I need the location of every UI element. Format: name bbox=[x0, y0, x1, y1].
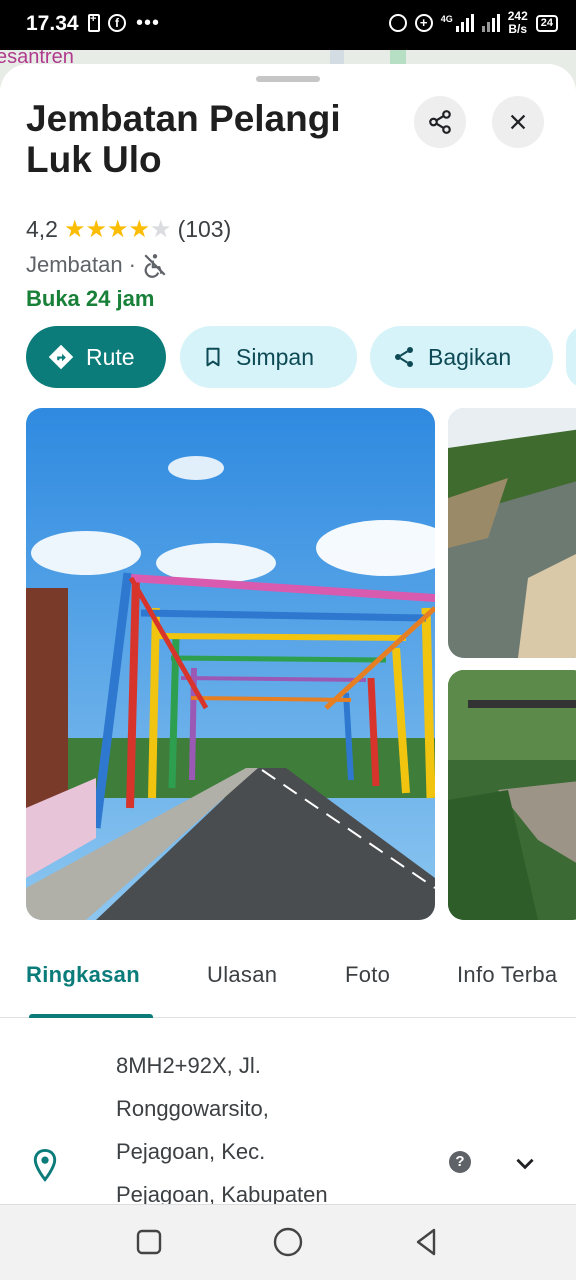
riverbank-photo bbox=[448, 670, 576, 920]
star-icon: ★ bbox=[85, 215, 108, 243]
route-button[interactable]: Rute bbox=[26, 326, 166, 388]
help-icon[interactable]: ? bbox=[449, 1151, 471, 1173]
network-type-label: 4G bbox=[440, 14, 453, 24]
home-icon[interactable] bbox=[271, 1227, 305, 1261]
close-icon bbox=[510, 114, 526, 130]
open-status[interactable]: Buka 24 jam bbox=[26, 286, 154, 312]
address-line: Pejagoan, Kabupaten bbox=[116, 1182, 328, 1204]
status-left-icons: f ••• bbox=[88, 12, 161, 34]
star-icon: ★ bbox=[63, 215, 86, 243]
category-separator: · bbox=[128, 252, 136, 277]
back-icon[interactable] bbox=[412, 1227, 442, 1257]
more-notifications-icon: ••• bbox=[136, 12, 161, 34]
address-line: Ronggowarsito, bbox=[116, 1096, 269, 1121]
route-label: Rute bbox=[86, 343, 135, 370]
address-row[interactable]: 8MH2+92X, Jl. Ronggowarsito, Pejagoan, K… bbox=[0, 1018, 576, 1204]
status-time: 17.34 bbox=[26, 12, 79, 35]
place-title: Jembatan Pelangi Luk Ulo bbox=[26, 98, 341, 180]
review-count: (103) bbox=[177, 216, 232, 242]
main-photo[interactable] bbox=[26, 408, 435, 920]
action-chips: Rute Simpan Bagikan bbox=[26, 326, 576, 388]
more-chip[interactable] bbox=[566, 326, 576, 388]
chevron-down-icon[interactable] bbox=[512, 1150, 538, 1176]
tab-bar: Ringkasan Ulasan Foto Info Terba bbox=[0, 940, 576, 1018]
river-photo bbox=[448, 408, 576, 658]
battery-icon: 24 bbox=[535, 14, 558, 32]
star-icon: ★ bbox=[128, 215, 151, 243]
star-icon: ★ bbox=[150, 215, 172, 243]
rating-row[interactable]: 4,2 ★ ★ ★ ★ ★ (103) bbox=[26, 216, 231, 243]
status-right-icons: + 4G 242 B/s 24 bbox=[388, 10, 558, 36]
tab-ulasan[interactable]: Ulasan bbox=[207, 962, 277, 988]
tab-foto[interactable]: Foto bbox=[345, 962, 390, 988]
tab-info-terbaru[interactable]: Info Terba bbox=[457, 962, 557, 988]
address-line: Pejagoan, Kec. bbox=[116, 1139, 266, 1164]
network-speed-unit: B/s bbox=[508, 22, 528, 36]
photo-gallery bbox=[0, 408, 576, 920]
not-wheelchair-accessible-icon bbox=[144, 254, 166, 278]
battery-saver-icon bbox=[88, 13, 100, 32]
data-saver-icon: + bbox=[414, 14, 433, 32]
drag-handle[interactable] bbox=[256, 76, 320, 82]
directions-icon bbox=[48, 344, 74, 370]
recent-apps-icon[interactable] bbox=[134, 1227, 164, 1257]
place-category: Jembatan bbox=[26, 252, 123, 277]
address-text: 8MH2+92X, Jl. Ronggowarsito, Pejagoan, K… bbox=[116, 1044, 396, 1204]
network-speed: 242 B/s bbox=[508, 10, 528, 36]
address-line: 8MH2+92X, Jl. bbox=[116, 1053, 261, 1078]
save-button[interactable]: Simpan bbox=[180, 326, 357, 388]
share-label: Bagikan bbox=[428, 343, 512, 370]
category-row: Jembatan · bbox=[26, 252, 168, 278]
close-button[interactable] bbox=[492, 96, 544, 148]
share-button[interactable] bbox=[414, 96, 466, 148]
share-icon bbox=[395, 347, 413, 367]
signal-icon bbox=[481, 14, 500, 32]
bookmark-icon bbox=[206, 347, 220, 367]
system-nav-bar bbox=[0, 1204, 576, 1280]
tab-ringkasan[interactable]: Ringkasan bbox=[26, 962, 140, 988]
rating-value: 4,2 bbox=[26, 216, 58, 242]
facebook-icon: f bbox=[108, 14, 126, 32]
location-pin-icon bbox=[33, 1148, 57, 1182]
status-bar: 17.34 f ••• + 4G 242 B/s 24 bbox=[0, 0, 576, 50]
signal-4g-icon: 4G bbox=[441, 14, 474, 32]
secondary-photo-2[interactable] bbox=[448, 670, 576, 920]
bridge-photo bbox=[26, 408, 435, 920]
alarm-icon bbox=[388, 14, 407, 32]
share-icon bbox=[429, 110, 451, 134]
save-label: Simpan bbox=[236, 343, 314, 370]
rating-stars: ★ ★ ★ ★ ★ bbox=[63, 215, 172, 243]
place-sheet: Jembatan Pelangi Luk Ulo 4,2 ★ ★ ★ ★ ★ (103)… bbox=[0, 64, 576, 1204]
network-speed-value: 242 bbox=[507, 9, 528, 23]
star-icon: ★ bbox=[107, 215, 129, 243]
share-chip-button[interactable]: Bagikan bbox=[370, 326, 553, 388]
secondary-photo-1[interactable] bbox=[448, 408, 576, 658]
